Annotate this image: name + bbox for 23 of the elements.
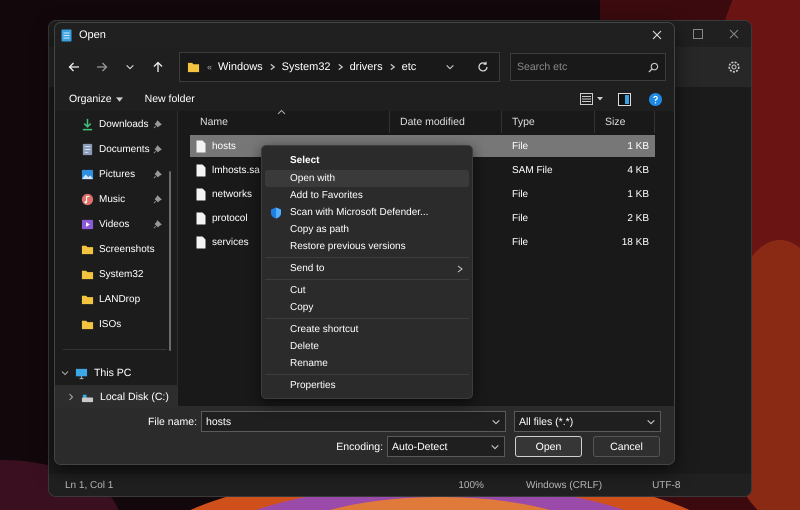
status-text: Windows (CRLF) xyxy=(524,480,602,490)
window-title: Open xyxy=(79,29,106,41)
status-text: UTF-8 xyxy=(651,480,680,490)
file-size: 1 KB xyxy=(627,188,649,200)
file-type: File xyxy=(512,212,528,224)
overflow-text: « xyxy=(207,62,212,72)
file-type: File xyxy=(512,236,528,248)
file-name: lmhosts.sa xyxy=(212,164,260,176)
file-type: File xyxy=(512,188,528,200)
file-name: services xyxy=(212,236,249,248)
file-type: File xyxy=(512,140,528,152)
file-size: 4 KB xyxy=(627,164,649,176)
status-text: 100% xyxy=(457,480,484,490)
field-label: Encoding: xyxy=(335,440,384,452)
file-name: protocol xyxy=(212,212,248,224)
field-label: File name: xyxy=(146,416,198,428)
file-size: 18 KB xyxy=(622,236,649,248)
file-name: networks xyxy=(212,188,252,200)
status-text: Ln 1, Col 1 xyxy=(64,480,114,490)
file-size: 2 KB xyxy=(627,212,649,224)
file-type: SAM File xyxy=(512,164,553,176)
file-size: 1 KB xyxy=(627,140,649,152)
file-name: hosts xyxy=(212,140,236,152)
